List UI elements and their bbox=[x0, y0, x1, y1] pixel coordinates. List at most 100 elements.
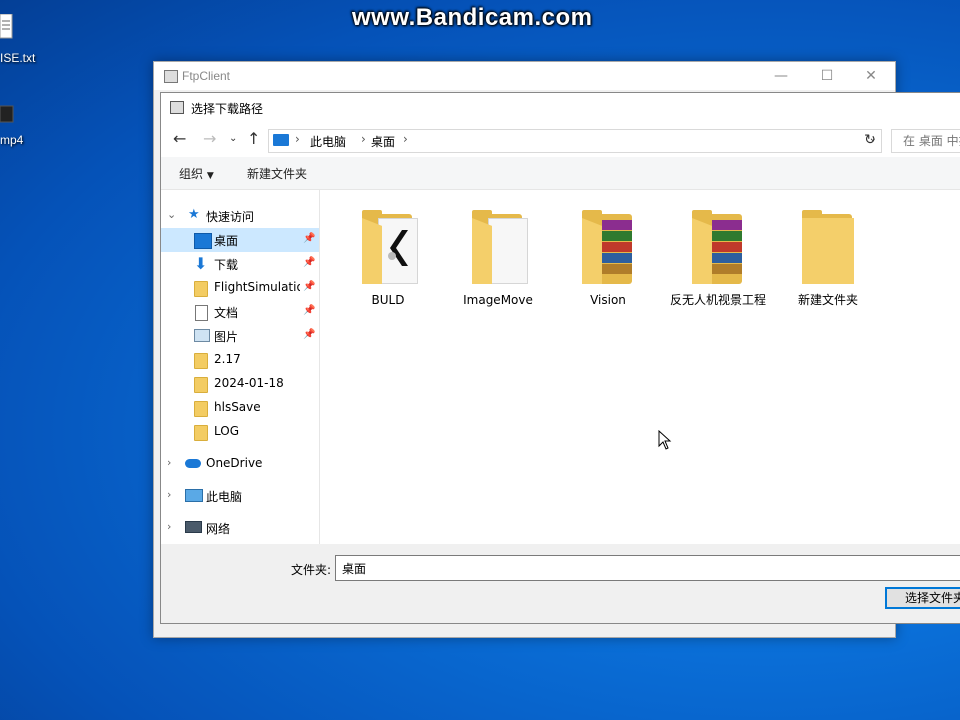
desktop-icon-mp4[interactable]: mp4 bbox=[0, 104, 23, 147]
chevron-right-icon[interactable]: › bbox=[403, 132, 408, 146]
nav-item-pictures[interactable]: 图片 📌 bbox=[161, 324, 319, 348]
new-folder-button[interactable]: 新建文件夹 bbox=[247, 165, 307, 182]
nav-item-label: OneDrive bbox=[206, 456, 263, 470]
desktop-icon bbox=[194, 233, 212, 249]
file-name: 反无人机视景工程 bbox=[670, 293, 767, 307]
navigation-bar: ← → ⌄ ↑ › 此电脑 › 桌面 › ⌄ ↻ bbox=[161, 121, 960, 157]
nav-item-folder-log[interactable]: LOG bbox=[161, 420, 319, 444]
folder-label: 文件夹: bbox=[291, 563, 332, 577]
pictures-icon bbox=[194, 329, 210, 342]
file-item-buld[interactable]: BULD bbox=[340, 204, 436, 324]
file-item-new-folder[interactable]: 新建文件夹 bbox=[780, 204, 876, 324]
file-name: BULD bbox=[371, 293, 405, 307]
nav-item-folder-hlssave[interactable]: hlsSave bbox=[161, 396, 319, 420]
folder-with-archive-icon bbox=[690, 204, 746, 286]
back-arrow-icon[interactable]: ← bbox=[173, 129, 186, 148]
nav-item-folder-2024-01-18[interactable]: 2024-01-18 bbox=[161, 372, 319, 396]
folder-icon bbox=[194, 377, 208, 393]
chevron-right-icon[interactable]: › bbox=[295, 132, 300, 146]
folder-icon bbox=[194, 425, 208, 441]
nav-item-folder-2-17[interactable]: 2.17 bbox=[161, 348, 319, 372]
nav-item-label: 2024-01-18 bbox=[214, 376, 284, 390]
dialog-titlebar[interactable]: 选择下载路径 bbox=[161, 93, 960, 121]
file-item-vision[interactable]: Vision bbox=[560, 204, 656, 324]
folder-icon bbox=[194, 401, 208, 417]
organize-button[interactable]: 组织 ▼ bbox=[179, 165, 214, 182]
text-file-icon bbox=[0, 13, 13, 39]
nav-item-label: 网络 bbox=[206, 522, 231, 536]
ftpclient-titlebar[interactable]: FtpClient — ☐ ✕ bbox=[154, 62, 895, 90]
command-toolbar: 组织 ▼ 新建文件夹 bbox=[161, 157, 960, 190]
nav-item-label: 快速访问 bbox=[206, 210, 255, 224]
forward-arrow-icon[interactable]: → bbox=[203, 129, 216, 148]
nav-item-label: 图片 bbox=[214, 330, 239, 344]
video-file-icon bbox=[0, 105, 14, 123]
close-button[interactable]: ✕ bbox=[848, 62, 894, 90]
network-icon bbox=[185, 521, 202, 533]
dialog-footer: 文件夹: 选择文件夹 bbox=[161, 544, 960, 623]
cloud-icon bbox=[185, 459, 201, 468]
pin-icon[interactable]: 📌 bbox=[303, 305, 315, 316]
nav-item-label: hlsSave bbox=[214, 400, 261, 414]
chevron-right-icon[interactable]: › bbox=[167, 456, 171, 469]
pin-icon[interactable]: 📌 bbox=[303, 281, 315, 292]
file-item-anti-uav-project[interactable]: 反无人机视景工程 bbox=[670, 204, 766, 324]
nav-item-label: 此电脑 bbox=[206, 490, 243, 504]
folder-with-document-icon bbox=[360, 204, 418, 286]
select-folder-button[interactable]: 选择文件夹 bbox=[885, 587, 960, 609]
search-input[interactable] bbox=[901, 133, 960, 149]
dialog-title: 选择下载路径 bbox=[191, 102, 264, 116]
up-arrow-icon[interactable]: ↑ bbox=[247, 129, 260, 148]
this-pc-icon bbox=[273, 134, 289, 146]
folder-with-archive-icon bbox=[580, 204, 636, 286]
refresh-icon[interactable]: ↻ bbox=[859, 129, 881, 151]
nav-item-onedrive[interactable]: › OneDrive bbox=[161, 452, 319, 476]
file-item-imagemove[interactable]: ImageMove bbox=[450, 204, 546, 324]
pin-icon[interactable]: 📌 bbox=[303, 329, 315, 340]
recent-locations-chevron-icon[interactable]: ⌄ bbox=[229, 133, 237, 144]
nav-item-label: FlightSimulation bbox=[214, 280, 300, 294]
chevron-down-icon[interactable]: ⌄ bbox=[167, 208, 176, 221]
app-icon bbox=[164, 70, 178, 83]
mouse-pointer-icon bbox=[658, 430, 672, 450]
nav-item-flightsimulation[interactable]: FlightSimulation 📌 bbox=[161, 276, 319, 300]
document-icon bbox=[195, 305, 208, 321]
star-icon: ★ bbox=[188, 207, 200, 222]
pin-icon[interactable]: 📌 bbox=[303, 257, 315, 268]
folder-name-field[interactable] bbox=[335, 555, 960, 581]
breadcrumb-desktop[interactable]: 桌面 bbox=[371, 133, 395, 150]
file-name: ImageMove bbox=[463, 293, 533, 307]
desktop-icon-label: ISE.txt bbox=[0, 51, 36, 65]
organize-label: 组织 bbox=[179, 167, 204, 181]
address-bar[interactable]: › 此电脑 › 桌面 › ⌄ bbox=[268, 129, 882, 153]
nav-item-this-pc[interactable]: › 此电脑 bbox=[161, 484, 319, 508]
download-arrow-icon: ⬇ bbox=[194, 254, 208, 273]
search-box[interactable] bbox=[891, 129, 960, 153]
folder-icon bbox=[194, 281, 208, 297]
breadcrumb-this-pc[interactable]: 此电脑 bbox=[310, 133, 346, 150]
pin-icon[interactable]: 📌 bbox=[303, 233, 315, 244]
nav-item-desktop[interactable]: 桌面 📌 bbox=[161, 228, 319, 252]
select-folder-dialog: 选择下载路径 ← → ⌄ ↑ › 此电脑 › 桌面 › ⌄ ↻ 组织 ▼ 新建文… bbox=[160, 92, 960, 624]
nav-item-label: 2.17 bbox=[214, 352, 241, 366]
desktop-icon-txt[interactable]: ISE.txt bbox=[0, 13, 36, 65]
chevron-right-icon[interactable]: › bbox=[167, 520, 171, 533]
nav-item-downloads[interactable]: ⬇ 下载 📌 bbox=[161, 252, 319, 276]
file-name: Vision bbox=[590, 293, 626, 307]
minimize-button[interactable]: — bbox=[758, 62, 804, 90]
nav-item-documents[interactable]: 文档 📌 bbox=[161, 300, 319, 324]
folder-with-document-icon bbox=[470, 204, 528, 286]
nav-item-label: 下载 bbox=[214, 258, 239, 272]
file-list-pane[interactable]: BULD ImageMove Vision 反无人机视景工程 新建文件夹 bbox=[320, 190, 960, 544]
nav-item-network[interactable]: › 网络 bbox=[161, 516, 319, 540]
bandicam-watermark: www.Bandicam.com bbox=[352, 4, 593, 31]
chevron-right-icon[interactable]: › bbox=[361, 132, 366, 146]
folder-name-input[interactable] bbox=[340, 560, 944, 576]
folder-icon bbox=[800, 204, 856, 286]
caret-down-icon: ▼ bbox=[206, 171, 214, 181]
chevron-right-icon[interactable]: › bbox=[167, 488, 171, 501]
folder-icon bbox=[194, 353, 208, 369]
maximize-button[interactable]: ☐ bbox=[804, 62, 850, 90]
nav-item-quick-access[interactable]: ⌄ ★ 快速访问 bbox=[161, 204, 319, 228]
nav-item-label: 桌面 bbox=[214, 234, 239, 248]
